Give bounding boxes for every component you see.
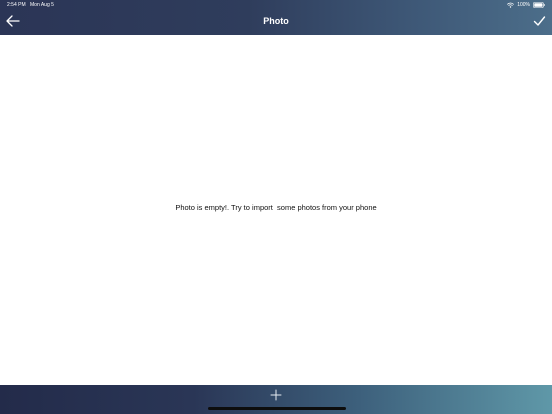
home-indicator[interactable]: [208, 407, 346, 410]
status-bar: 2:54 PM Mon Aug 5 100%: [0, 0, 552, 10]
battery-icon: [533, 2, 545, 8]
wifi-icon: [507, 2, 515, 8]
bottom-toolbar: [0, 385, 552, 414]
page-title: Photo: [263, 16, 289, 26]
empty-state-message: Photo is empty!. Try to import some phot…: [175, 203, 377, 212]
photo-content-area: Photo is empty!. Try to import some phot…: [1, 35, 551, 385]
header: 2:54 PM Mon Aug 5 100% Photo: [0, 0, 552, 35]
photo-screen: 2:54 PM Mon Aug 5 100% Photo Photo is em…: [0, 0, 552, 414]
plus-icon: [270, 389, 282, 401]
arrow-left-icon: [6, 15, 20, 27]
status-right: 100%: [507, 1, 545, 9]
status-time: 2:54 PM: [7, 2, 26, 8]
back-button[interactable]: [6, 15, 20, 27]
confirm-button[interactable]: [533, 15, 546, 27]
add-photo-button[interactable]: [270, 389, 282, 401]
checkmark-icon: [533, 15, 546, 27]
status-date: Mon Aug 5: [30, 2, 54, 8]
battery-percentage: 100%: [517, 2, 530, 8]
